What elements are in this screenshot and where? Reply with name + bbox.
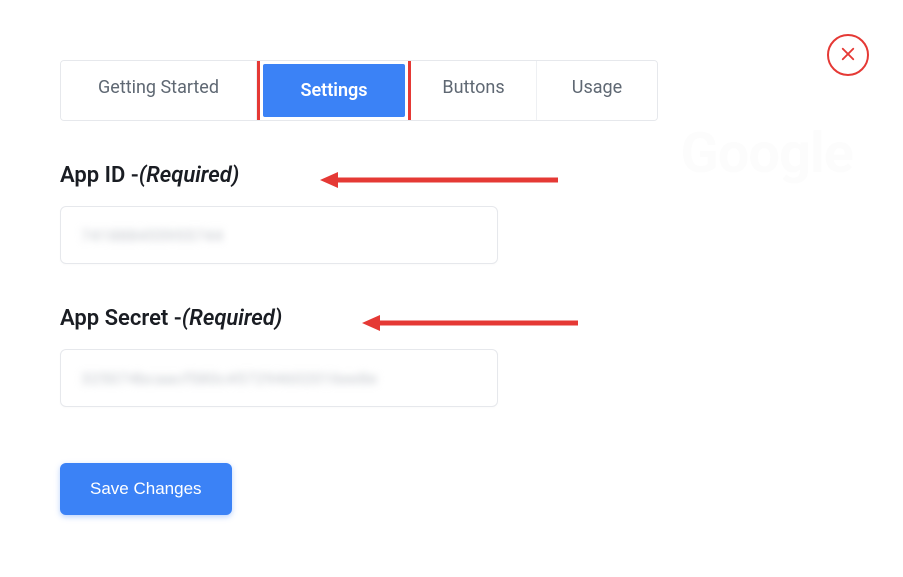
- save-changes-button[interactable]: Save Changes: [60, 463, 232, 515]
- app-secret-required: (Required): [182, 306, 282, 331]
- tab-settings[interactable]: Settings: [263, 64, 405, 117]
- settings-panel: Getting Started Settings Buttons Usage A…: [60, 60, 660, 515]
- field-app-secret: App Secret - (Required) 325074bcaacf580c…: [60, 306, 660, 407]
- tab-bar: Getting Started Settings Buttons Usage: [60, 60, 658, 121]
- app-id-label: App ID -: [60, 163, 139, 188]
- app-secret-input[interactable]: 325074bcaacf580c457294602016ee8e: [60, 349, 498, 407]
- tab-usage[interactable]: Usage: [537, 61, 657, 120]
- close-button[interactable]: [827, 34, 869, 76]
- close-icon: [839, 45, 857, 66]
- tab-settings-highlight: Settings: [257, 60, 411, 121]
- app-id-value: 741888455955744: [81, 226, 223, 245]
- app-secret-value: 325074bcaacf580c457294602016ee8e: [81, 369, 377, 388]
- app-id-input[interactable]: 741888455955744: [60, 206, 498, 264]
- app-secret-label: App Secret -: [60, 306, 182, 331]
- tab-getting-started[interactable]: Getting Started: [61, 61, 257, 120]
- background-brand-label: Google: [681, 120, 853, 186]
- arrow-icon: [320, 171, 558, 189]
- app-id-required: (Required): [139, 163, 239, 188]
- field-app-id: App ID - (Required) 741888455955744: [60, 163, 660, 264]
- tab-buttons[interactable]: Buttons: [411, 61, 537, 120]
- arrow-icon: [362, 314, 578, 332]
